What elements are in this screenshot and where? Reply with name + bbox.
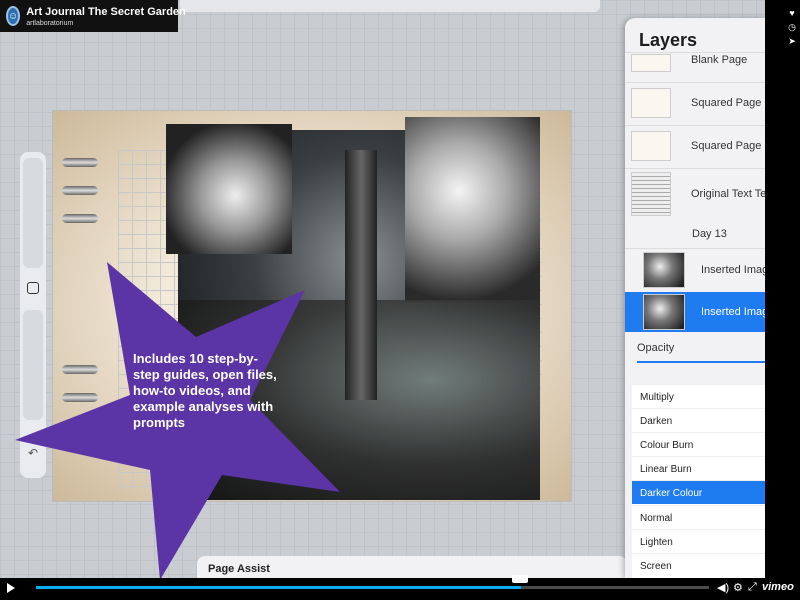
undo-icon[interactable]: ↶ — [24, 444, 42, 462]
right-black-strip — [765, 0, 800, 578]
video-title-bar[interactable]: ☺ Art Journal The Secret Garden artlabor… — [0, 0, 186, 32]
blend-mode-item[interactable]: Colour Burn — [632, 432, 765, 456]
channel-name[interactable]: artlaboratorium — [26, 20, 186, 27]
blend-mode-item[interactable]: Multiply — [632, 384, 765, 408]
heart-icon[interactable]: ♥ — [787, 8, 797, 18]
layer-thumbnail — [631, 53, 671, 72]
layer-group-row[interactable]: Day 13 — [625, 223, 765, 245]
cloud-image-left — [166, 124, 292, 254]
layer-name: Squared Page — [691, 96, 762, 109]
opacity-slider[interactable] — [23, 310, 43, 420]
layer-row[interactable]: Inserted Imag — [625, 248, 765, 290]
binder-ring — [62, 186, 98, 195]
promo-text: Includes 10 step-by-step guides, open fi… — [133, 351, 277, 430]
progress-thumb[interactable] — [512, 575, 528, 583]
binder-ring — [62, 365, 98, 374]
progress-played — [36, 586, 521, 589]
fullscreen-icon[interactable]: ⤢ — [748, 581, 757, 594]
blend-mode-item-selected[interactable]: Darker Colour — [632, 480, 765, 504]
layer-name: Blank Page — [691, 53, 748, 66]
layer-thumbnail — [643, 251, 685, 288]
layer-row-selected[interactable]: Inserted Imag — [625, 292, 765, 332]
cloud-image-right — [405, 117, 540, 302]
palm-trunk — [345, 150, 377, 400]
layer-thumbnail — [631, 171, 671, 216]
binder-ring — [62, 158, 98, 167]
channel-avatar[interactable]: ☺ — [6, 6, 21, 26]
left-sidebar: ↶ — [20, 152, 46, 478]
page-assist-bar[interactable]: Page Assist — [197, 556, 627, 578]
opacity-label: Opacity — [637, 342, 675, 354]
layer-name: Inserted Imag — [701, 263, 765, 276]
top-toolbar — [180, 0, 600, 12]
blend-mode-item[interactable]: Darken — [632, 408, 765, 432]
blend-mode-list: Multiply Darken Colour Burn Linear Burn … — [632, 384, 765, 578]
volume-icon[interactable]: ◀) — [717, 581, 729, 594]
binder-ring — [62, 214, 98, 223]
layer-row[interactable]: Squared Page — [625, 82, 765, 122]
play-icon[interactable] — [7, 583, 15, 593]
layer-row[interactable]: Squared Page 2 — [625, 125, 765, 165]
opacity-slider[interactable] — [637, 361, 765, 363]
video-title[interactable]: Art Journal The Secret Garden — [26, 6, 186, 18]
layer-group-name: Day 13 — [692, 228, 727, 240]
layer-name: Squared Page 2 — [691, 139, 765, 152]
binder-ring — [62, 393, 98, 402]
layer-thumbnail — [631, 87, 671, 118]
gear-icon[interactable]: ⚙ — [733, 581, 743, 594]
share-icon[interactable]: ➤ — [787, 36, 797, 46]
blend-mode-item[interactable]: Normal — [632, 505, 765, 529]
layer-thumbnail — [643, 294, 685, 330]
layer-thumbnail — [631, 130, 671, 161]
modify-button-icon[interactable] — [27, 282, 39, 294]
page-assist-label: Page Assist — [208, 563, 270, 575]
layer-row[interactable]: Original Text Te — [625, 168, 765, 218]
layer-name: Inserted Imag — [701, 306, 765, 318]
vimeo-logo[interactable]: vimeo — [762, 581, 794, 593]
video-controls — [0, 578, 800, 600]
blend-mode-item[interactable]: Lighten — [632, 529, 765, 553]
blend-mode-item[interactable]: Screen — [632, 553, 765, 577]
brush-size-slider[interactable] — [23, 158, 43, 268]
layer-row[interactable]: Blank Page — [625, 52, 765, 78]
layer-name: Original Text Te — [691, 187, 765, 200]
blend-mode-item[interactable]: Linear Burn — [632, 456, 765, 480]
clock-icon[interactable]: ◷ — [787, 22, 797, 32]
